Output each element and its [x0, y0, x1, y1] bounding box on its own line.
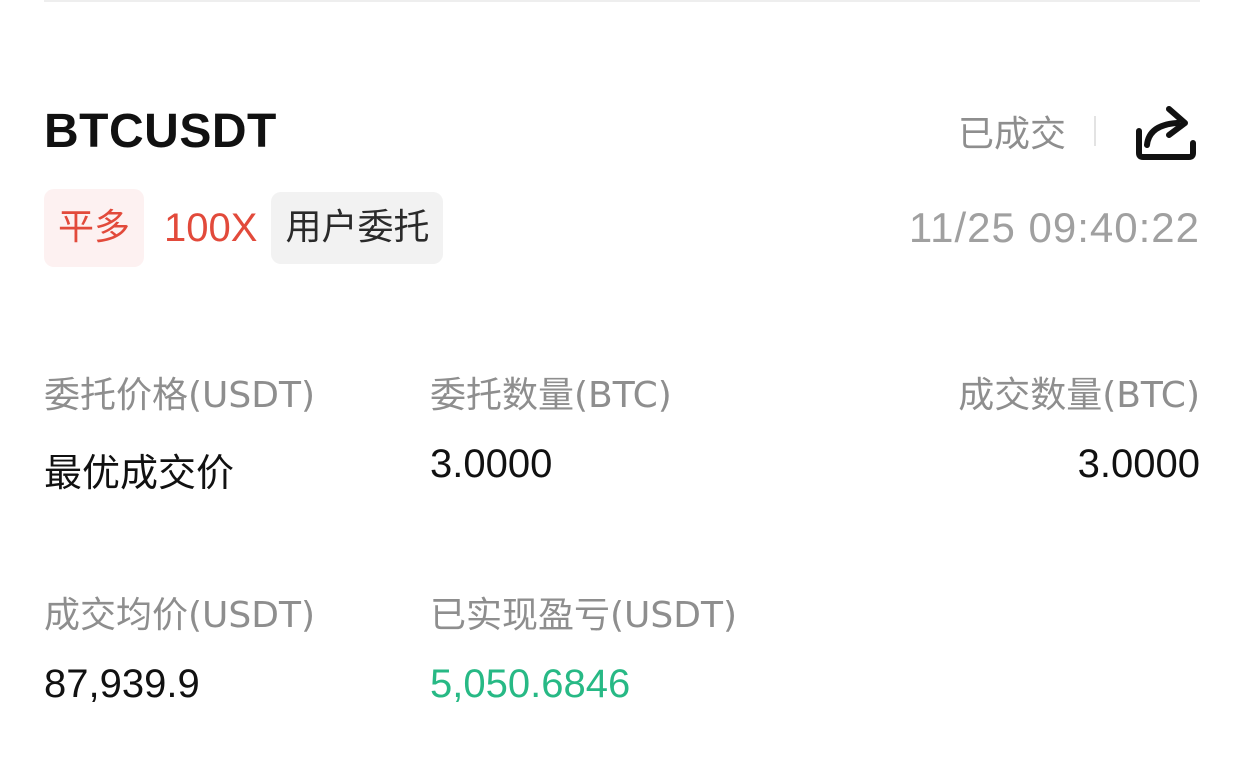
filled-qty-value: 3.0000: [1077, 442, 1200, 486]
filled-qty-field: 成交数量(BTC) 3.0000: [958, 366, 1200, 487]
order-tags: 平多 100X 用户委托 11/25 09:40:22: [44, 189, 1200, 267]
order-source-badge: 用户委托: [271, 192, 444, 264]
share-button[interactable]: [1130, 96, 1200, 166]
top-divider: [44, 0, 1200, 2]
realized-pnl-field: 已实现盈亏(USDT) 5,050.6846: [430, 586, 737, 707]
order-qty-label: 委托数量(BTC): [430, 375, 672, 416]
realized-pnl-value: 5,050.6846: [430, 662, 631, 706]
order-qty-value: 3.0000: [430, 442, 553, 486]
order-time: 11/25 09:40:22: [908, 204, 1200, 251]
avg-price-value: 87,939.9: [44, 662, 200, 706]
order-price-field: 委托价格(USDT) 最优成交价: [44, 366, 315, 497]
header-separator: [1094, 116, 1096, 146]
order-price-label: 委托价格(USDT): [44, 375, 316, 416]
order-symbol: BTCUSDT: [44, 104, 277, 158]
filled-qty-label: 成交数量(BTC): [958, 375, 1200, 416]
leverage-label: 100X: [164, 205, 258, 250]
direction-badge: 平多: [44, 189, 145, 267]
order-qty-field: 委托数量(BTC) 3.0000: [430, 366, 672, 487]
order-header: BTCUSDT 已成交: [44, 98, 1200, 164]
avg-price-field: 成交均价(USDT) 87,939.9: [44, 586, 315, 707]
realized-pnl-label: 已实现盈亏(USDT): [430, 595, 738, 636]
avg-price-label: 成交均价(USDT): [44, 595, 316, 636]
order-price-value: 最优成交价: [44, 451, 235, 495]
order-status: 已成交: [957, 114, 1066, 155]
order-card[interactable]: BTCUSDT 已成交 平多 100X 用户委托 11/25 09:40:22 …: [44, 90, 1200, 750]
share-icon: [1136, 106, 1196, 160]
